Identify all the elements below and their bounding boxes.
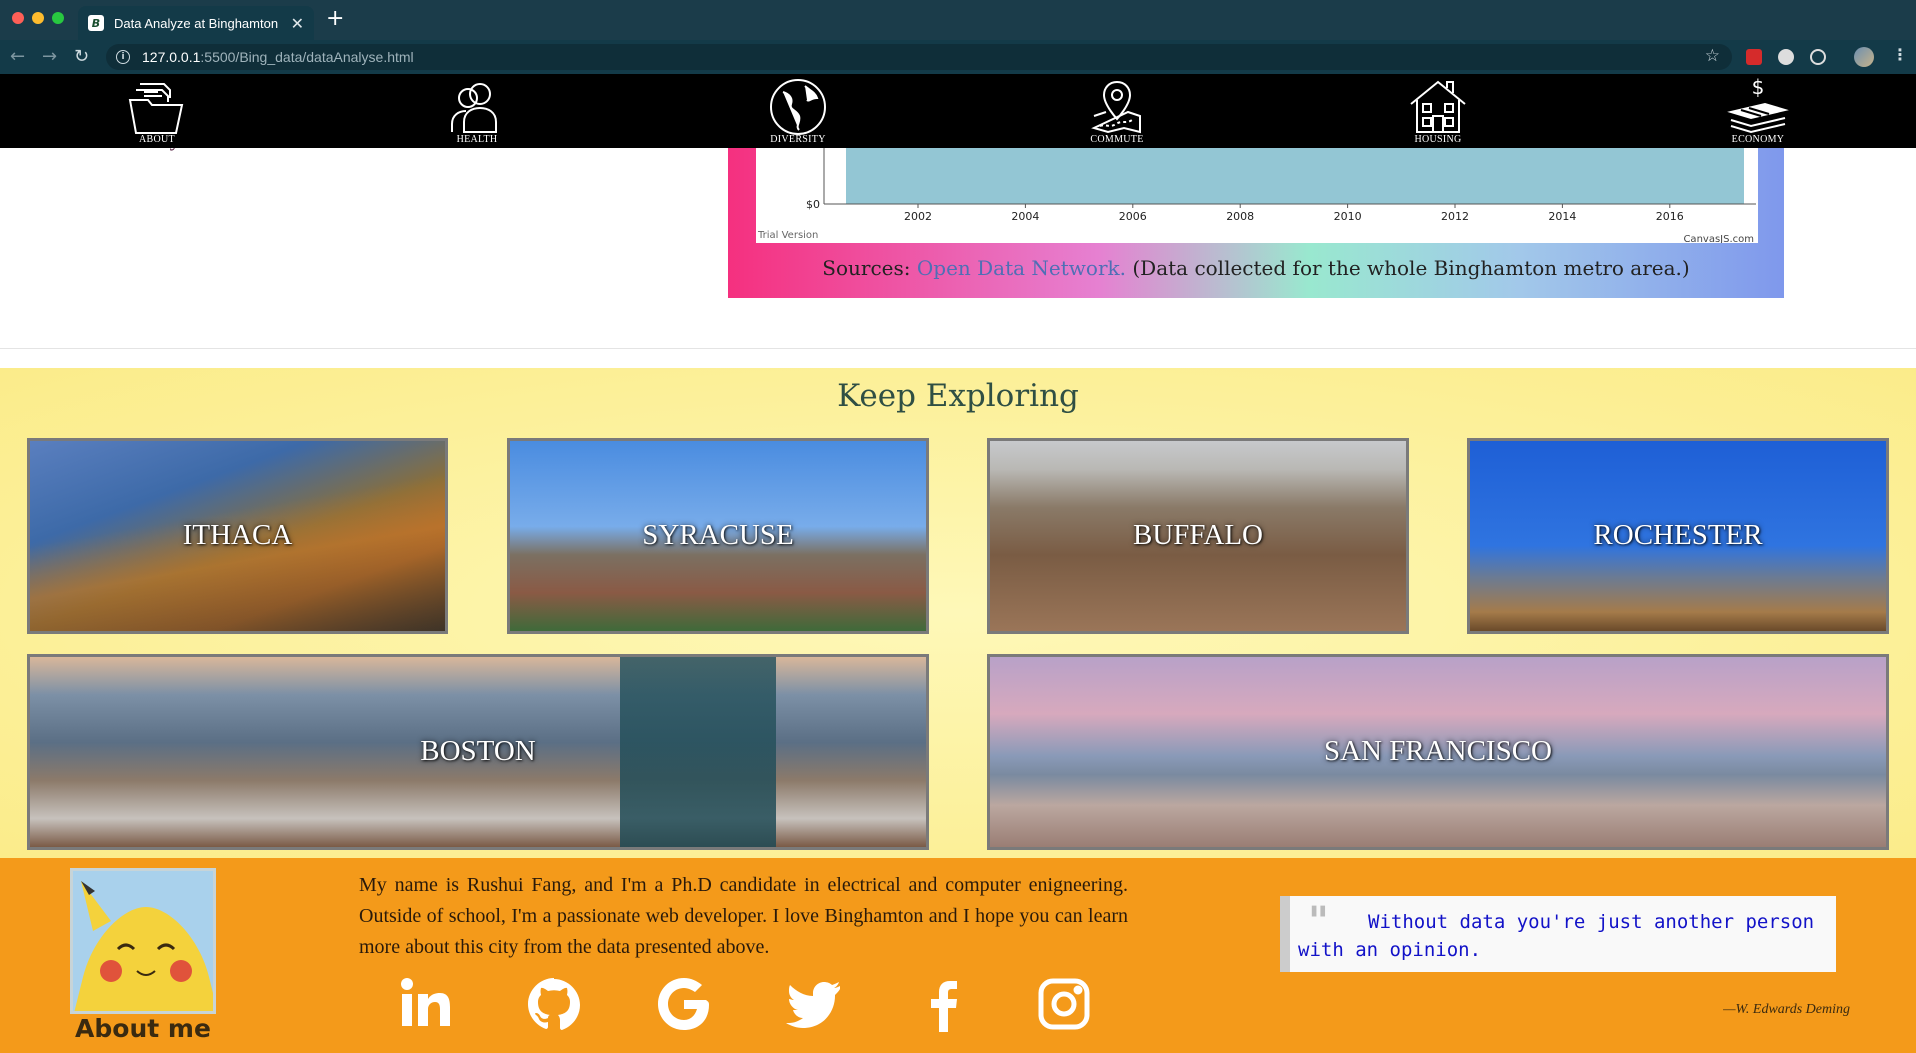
chart-x-tick-label: 2016 <box>1656 210 1684 223</box>
quote-block: " Without data you're just another perso… <box>1280 896 1836 972</box>
google-icon[interactable] <box>654 974 714 1034</box>
income-chart: $0 2002 2004 2006 2008 2010 2012 2014 2016 Trial … <box>756 148 1758 243</box>
section-divider <box>0 348 1916 349</box>
city-label: ROCHESTER <box>1593 519 1763 551</box>
github-icon[interactable] <box>524 974 584 1034</box>
quote-text: Without data you're just another person … <box>1298 911 1815 961</box>
tab-title: Data Analyze at Binghamton <box>114 15 279 31</box>
chart-credit: CanvasJS.com <box>1683 234 1754 243</box>
city-card-san-francisco[interactable]: SAN FRANCISCO <box>987 654 1889 850</box>
nav-item-economy[interactable]: $ ECONOMY <box>1713 76 1803 148</box>
nav-label: HOUSING <box>1414 134 1462 145</box>
chart-trial-label: Trial Version <box>757 230 818 241</box>
chart-x-tick-label: 2008 <box>1226 210 1254 223</box>
about-me-avatar[interactable] <box>70 868 216 1014</box>
url-host: 127.0.0.1 <box>142 49 201 65</box>
site-nav-bar: ABOUT HEALTH DIVERSITY COMMUTE HOUSING $… <box>0 74 1916 148</box>
nav-item-commute[interactable]: COMMUTE <box>1072 76 1162 148</box>
instagram-icon[interactable] <box>1034 974 1094 1034</box>
browser-toolbar: ← → ↻ i 127.0.0.1:5500/Bing_data/dataAna… <box>0 40 1916 74</box>
chart-x-tick-label: 2002 <box>904 210 932 223</box>
address-bar[interactable]: i 127.0.0.1:5500/Bing_data/dataAnalyse.h… <box>106 44 1732 70</box>
pikachu-avatar-icon <box>73 871 213 1011</box>
city-label: BOSTON <box>420 735 536 767</box>
city-card-buffalo[interactable]: BUFFALO <box>987 438 1409 634</box>
city-label: SYRACUSE <box>642 519 794 551</box>
svg-text:$: $ <box>1752 76 1765 99</box>
extension-icon[interactable] <box>1778 49 1794 65</box>
chart-x-tick-label: 2010 <box>1334 210 1362 223</box>
city-card-rochester[interactable]: ROCHESTER <box>1467 438 1889 634</box>
chart-x-tick-label: 2014 <box>1548 210 1576 223</box>
nav-label: ABOUT <box>139 134 175 145</box>
chart-area-fill <box>846 148 1744 204</box>
linkedin-icon[interactable] <box>394 974 454 1034</box>
favicon-icon: B <box>88 15 104 31</box>
sources-suffix: (Data collected for the whole Binghamton… <box>1132 256 1690 280</box>
city-card-boston[interactable]: BOSTON <box>27 654 929 850</box>
nav-label: DIVERSITY <box>770 134 826 145</box>
extension-icon[interactable] <box>1746 49 1762 65</box>
nav-item-diversity[interactable]: DIVERSITY <box>753 76 843 148</box>
bio-paragraph: My name is Rushui Fang, and I'm a Ph.D c… <box>359 874 1128 958</box>
reload-icon[interactable]: ↻ <box>74 46 89 67</box>
nav-item-housing[interactable]: HOUSING <box>1393 76 1483 148</box>
money-icon: $ <box>1727 76 1789 134</box>
people-icon <box>451 83 497 133</box>
close-window-button[interactable] <box>12 12 24 24</box>
new-tab-button[interactable]: + <box>326 6 344 31</box>
url-text[interactable]: 127.0.0.1:5500/Bing_data/dataAnalyse.htm… <box>142 49 414 65</box>
maximize-window-button[interactable] <box>52 12 64 24</box>
extension-icon[interactable] <box>1810 49 1826 65</box>
browser-menu-icon[interactable]: ⋮ <box>1892 45 1908 64</box>
quote-mark-icon: " <box>1308 898 1329 945</box>
browser-tab[interactable]: B Data Analyze at Binghamton ✕ <box>78 6 314 40</box>
city-card-syracuse[interactable]: SYRACUSE <box>507 438 929 634</box>
section-title: Keep Exploring <box>837 378 1079 414</box>
city-card-ithaca[interactable]: ITHACA <box>27 438 448 634</box>
profile-avatar[interactable] <box>1854 47 1874 67</box>
nav-label: HEALTH <box>456 134 498 145</box>
browser-tabstrip: B Data Analyze at Binghamton ✕ + <box>0 0 1916 40</box>
forward-arrow-icon[interactable]: → <box>42 46 57 67</box>
bookmark-star-icon[interactable]: ☆ <box>1705 46 1720 66</box>
quote-author: —W. Edwards Deming <box>1723 1002 1850 1017</box>
map-pin-icon <box>1091 80 1141 134</box>
chart-x-tick-label: 2006 <box>1119 210 1147 223</box>
footer: About me My name is Rushui Fang, and I'm… <box>0 858 1916 1053</box>
chart-y-tick-label: $0 <box>806 198 820 211</box>
about-me-label[interactable]: About me <box>60 1014 226 1043</box>
url-path: :5500/Bing_data/dataAnalyse.html <box>200 49 414 65</box>
chart-svg: $0 2002 2004 2006 2008 2010 2012 2014 2016 Trial … <box>757 148 1756 243</box>
chart-panel: $0 2002 2004 2006 2008 2010 2012 2014 2016 Trial … <box>728 148 1784 298</box>
chart-x-tick-label: 2004 <box>1011 210 1039 223</box>
sources-prefix: Sources: <box>822 256 911 280</box>
info-icon[interactable]: i <box>116 50 130 64</box>
city-label: ITHACA <box>182 519 293 551</box>
house-icon <box>1410 80 1466 133</box>
facebook-icon[interactable] <box>914 974 974 1034</box>
globe-icon <box>770 79 826 135</box>
open-data-network-link[interactable]: Open Data Network. <box>917 256 1126 280</box>
close-tab-icon[interactable]: ✕ <box>291 14 304 33</box>
twitter-icon[interactable] <box>784 974 844 1034</box>
keep-exploring-section: Keep Exploring ITHACA SYRACUSE BUFFALO R… <box>0 368 1916 858</box>
nav-label: COMMUTE <box>1090 134 1144 145</box>
city-label: BUFFALO <box>1133 519 1263 551</box>
minimize-window-button[interactable] <box>32 12 44 24</box>
nav-item-about[interactable]: ABOUT <box>112 76 202 148</box>
chart-sources: Sources: Open Data Network. (Data collec… <box>728 256 1784 280</box>
documents-icon <box>128 83 184 134</box>
nav-item-health[interactable]: HEALTH <box>432 76 522 148</box>
nav-label: ECONOMY <box>1731 134 1785 145</box>
city-label: SAN FRANCISCO <box>1323 735 1553 767</box>
chart-x-tick-label: 2012 <box>1441 210 1469 223</box>
back-arrow-icon[interactable]: ← <box>10 46 25 67</box>
